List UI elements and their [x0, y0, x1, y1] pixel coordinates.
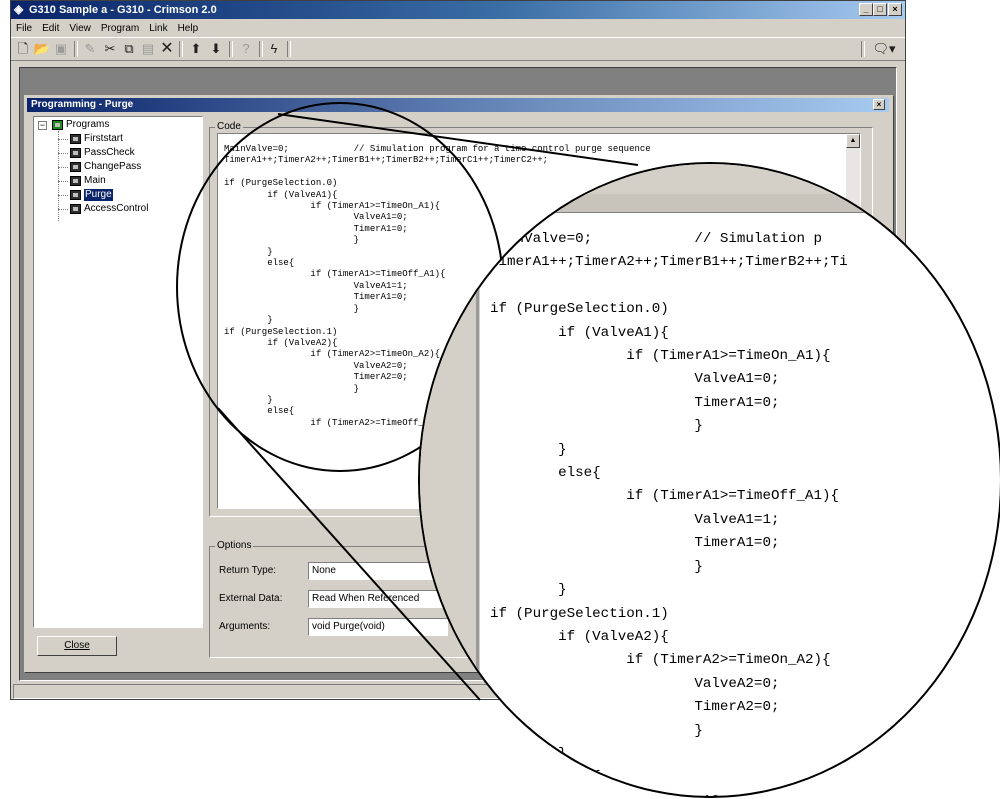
magnified-code-text: MainValve=0; // Simulation p TimerA1++;T… — [490, 231, 848, 796]
magnifier-lens: MainValve=0; // Simulation p TimerA1++;T… — [418, 162, 1000, 798]
lens-side-panel — [420, 212, 480, 796]
lens-code-header — [530, 194, 1000, 213]
lens-border — [476, 212, 479, 796]
